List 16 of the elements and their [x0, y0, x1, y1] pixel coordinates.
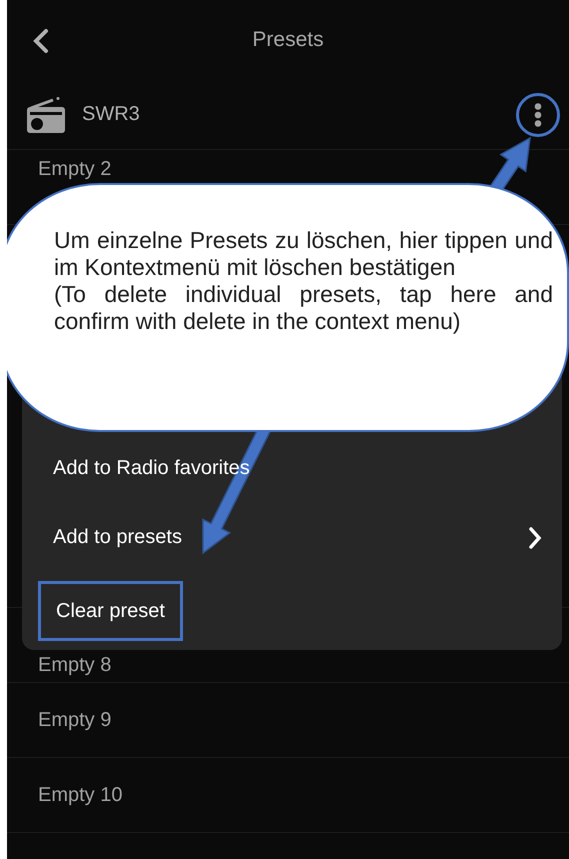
callout-text: (To delete individual presets, tap here and confirm with delete in the context menu) — [54, 281, 553, 335]
menu-item[interactable]: Add to presets — [22, 500, 562, 575]
preset-label[interactable]: Empty 9 — [38, 708, 112, 732]
back-button[interactable] — [31, 28, 49, 54]
callout-text: Um einzelne Presets zu löschen, hier tippen und im Kontextmenü mit löschen bestätigen — [54, 227, 553, 281]
chevron-right-icon — [528, 526, 542, 550]
preset-label[interactable]: Empty 2 — [38, 158, 112, 181]
more-button[interactable] — [516, 92, 560, 136]
preset-label[interactable]: Empty 10 — [38, 784, 122, 806]
more-vertical-icon — [534, 102, 542, 126]
chevron-left-icon — [31, 28, 49, 54]
menu-item[interactable]: Clear preset — [38, 581, 183, 641]
station-name: SWR3 — [82, 103, 141, 126]
radio-icon — [27, 96, 65, 132]
screen-title: Presets — [252, 28, 324, 52]
preset-label[interactable]: Empty 8 — [38, 654, 112, 677]
